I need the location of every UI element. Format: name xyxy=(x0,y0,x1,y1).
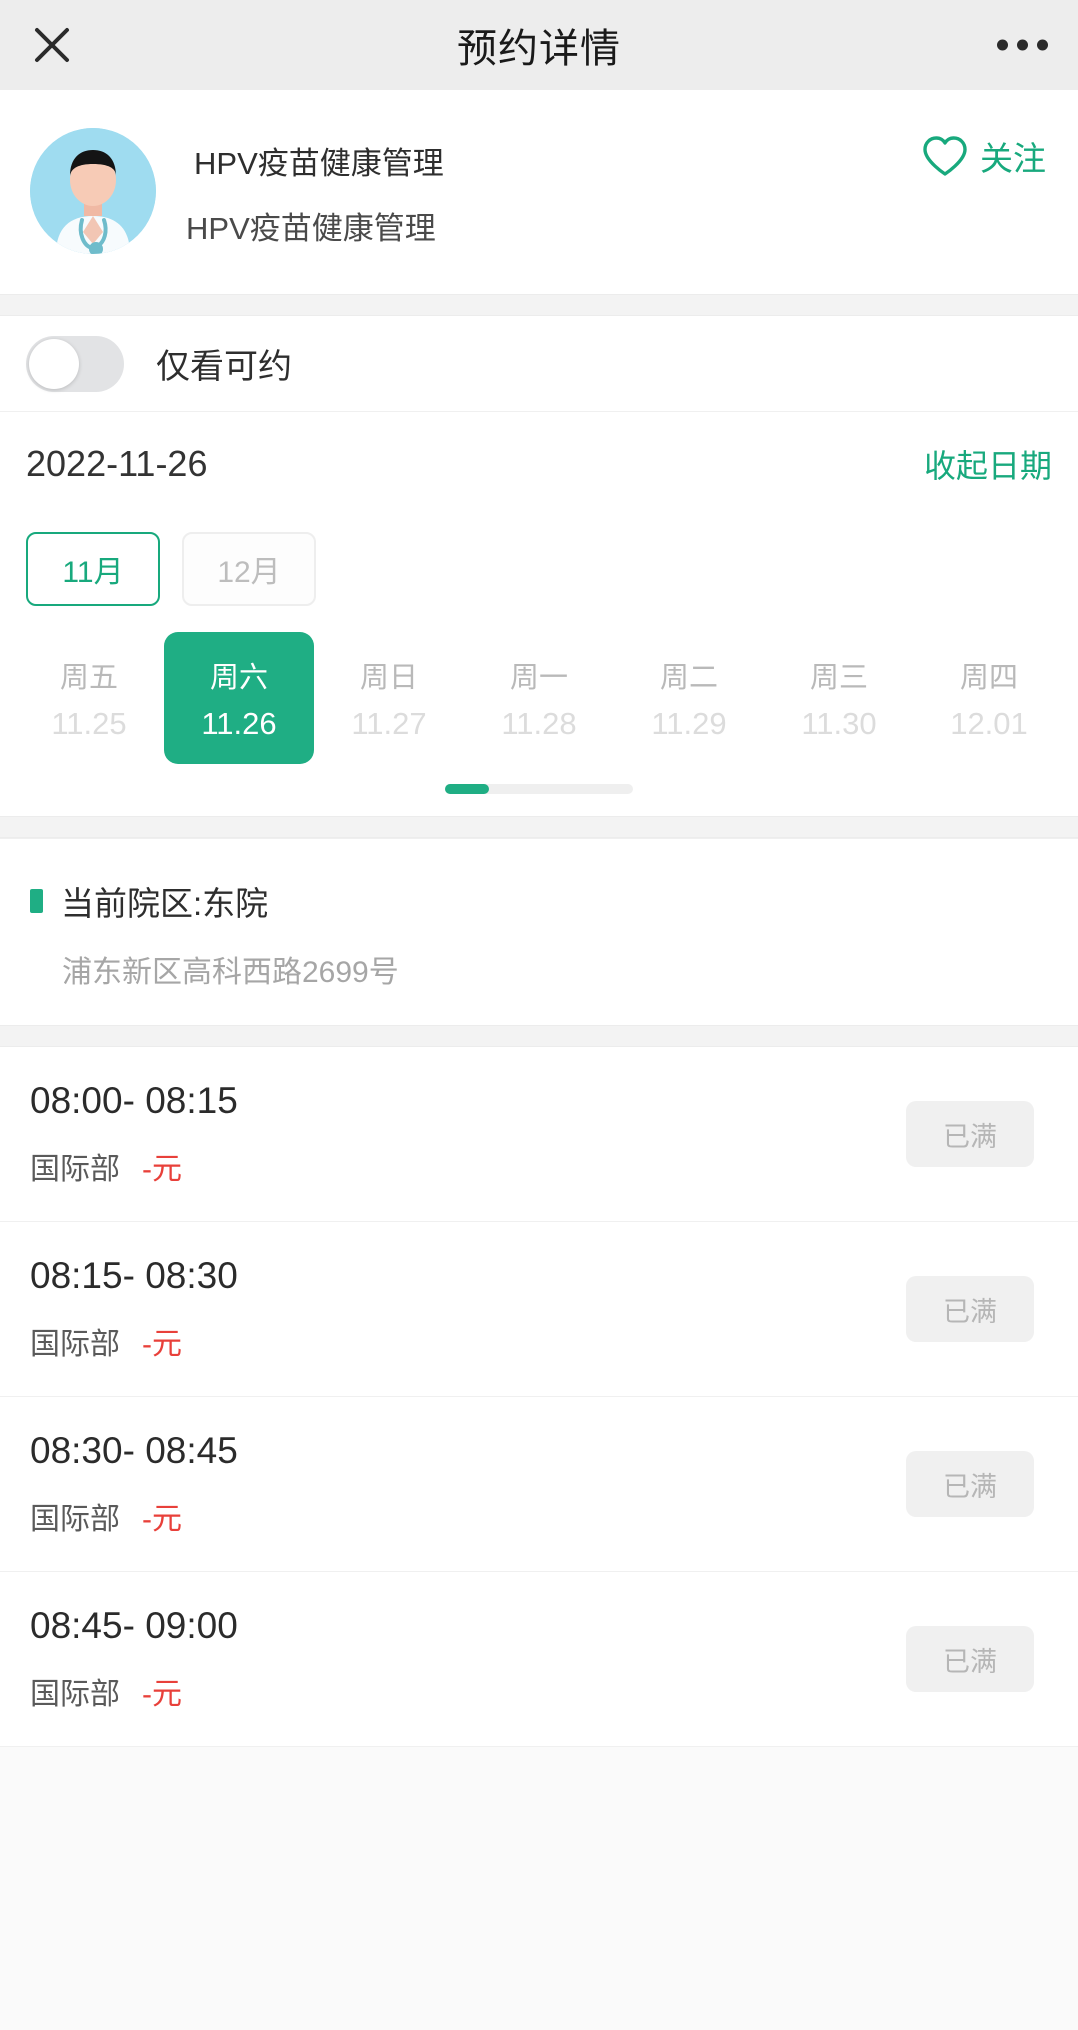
slot-time: 08:30- 08:45 xyxy=(30,1430,238,1471)
organization-card: HPV疫苗健康管理 HPV疫苗健康管理 关注 xyxy=(0,90,1078,294)
day-date: 11.27 xyxy=(351,706,427,741)
more-dot xyxy=(1017,39,1028,51)
organization-subtitle: HPV疫苗健康管理 xyxy=(186,210,436,246)
slot-status-badge[interactable]: 已满 xyxy=(906,1451,1034,1517)
day-weekday: 周二 xyxy=(659,662,718,694)
selected-date: 2022-11-26 xyxy=(26,443,208,484)
day-cell-12-01[interactable]: 周四 12.01 xyxy=(914,632,1064,764)
campus-title-row: 当前院区:东院 xyxy=(30,877,1048,925)
day-cell-11-28[interactable]: 周一 11.28 xyxy=(464,632,614,764)
heart-icon xyxy=(922,135,968,177)
day-weekday: 周一 xyxy=(509,662,568,694)
slot-info: 08:45- 09:00 国际部 -元 xyxy=(30,1605,238,1713)
navbar: 预约详情 xyxy=(0,0,1078,90)
more-dot xyxy=(1037,39,1048,51)
section-divider xyxy=(0,1025,1078,1047)
slot-info: 08:30- 08:45 国际部 -元 xyxy=(30,1430,238,1538)
slot-price: -元 xyxy=(142,1153,182,1186)
time-slot-list: 08:00- 08:15 国际部 -元 已满 08:15- 08:30 国际部 … xyxy=(0,1047,1078,1747)
slot-meta: 国际部 -元 xyxy=(30,1319,238,1363)
toggle-knob xyxy=(29,338,79,389)
day-date: 11.29 xyxy=(651,706,727,741)
time-slot-row[interactable]: 08:45- 09:00 国际部 -元 已满 xyxy=(0,1572,1078,1747)
page-title: 预约详情 xyxy=(457,27,621,71)
only-available-row: 仅看可约 xyxy=(0,316,1078,412)
day-date: 11.26 xyxy=(201,706,277,741)
slot-department: 国际部 xyxy=(30,1503,120,1536)
campus-name: 当前院区:东院 xyxy=(61,885,269,922)
doctor-avatar xyxy=(30,128,156,254)
appointment-detail-page: 预约详情 HPV疫苗健康管理 HPV疫苗健康管理 关注 仅看可约 2022-11… xyxy=(0,0,1078,2030)
slot-department: 国际部 xyxy=(30,1328,120,1361)
day-cell-11-27[interactable]: 周日 11.27 xyxy=(314,632,464,764)
day-strip-scrollbar[interactable] xyxy=(445,784,633,794)
follow-label: 关注 xyxy=(980,140,1046,177)
slot-department: 国际部 xyxy=(30,1153,120,1186)
slot-department: 国际部 xyxy=(30,1678,120,1711)
scrollbar-thumb xyxy=(445,784,489,794)
only-available-label: 仅看可约 xyxy=(156,348,292,386)
time-slot-row[interactable]: 08:00- 08:15 国际部 -元 已满 xyxy=(0,1047,1078,1222)
slot-time: 08:15- 08:30 xyxy=(30,1255,238,1296)
slot-info: 08:00- 08:15 国际部 -元 xyxy=(30,1080,238,1188)
organization-text: HPV疫苗健康管理 HPV疫苗健康管理 xyxy=(186,124,444,252)
date-header: 2022-11-26 收起日期 xyxy=(0,412,1078,516)
collapse-date-button[interactable]: 收起日期 xyxy=(924,441,1052,487)
more-dots-icon[interactable] xyxy=(997,39,1048,51)
day-cell-11-29[interactable]: 周二 11.29 xyxy=(614,632,764,764)
slot-status-badge[interactable]: 已满 xyxy=(906,1276,1034,1342)
time-slot-row[interactable]: 08:15- 08:30 国际部 -元 已满 xyxy=(0,1222,1078,1397)
slot-time: 08:45- 09:00 xyxy=(30,1605,238,1646)
day-weekday: 周五 xyxy=(59,662,118,694)
section-divider xyxy=(0,816,1078,838)
slot-status-badge[interactable]: 已满 xyxy=(906,1101,1034,1167)
slot-info: 08:15- 08:30 国际部 -元 xyxy=(30,1255,238,1363)
slot-price: -元 xyxy=(142,1678,182,1711)
day-strip-container: 周五 11.25 周六 11.26 周日 11.27 周一 11.28 周二 1… xyxy=(0,614,1078,816)
day-weekday: 周三 xyxy=(809,662,868,694)
day-weekday: 周日 xyxy=(359,662,418,694)
campus-address: 浦东新区高科西路2699号 xyxy=(62,956,399,989)
slot-status-badge[interactable]: 已满 xyxy=(906,1626,1034,1692)
time-slot-row[interactable]: 08:30- 08:45 国际部 -元 已满 xyxy=(0,1397,1078,1572)
day-cell-11-30[interactable]: 周三 11.30 xyxy=(764,632,914,764)
day-date: 11.30 xyxy=(801,706,877,741)
day-cell-11-26[interactable]: 周六 11.26 xyxy=(164,632,314,764)
bullet-icon xyxy=(30,889,43,913)
day-weekday: 周四 xyxy=(959,662,1018,694)
day-date: 12.01 xyxy=(950,706,1028,741)
slot-price: -元 xyxy=(142,1328,182,1361)
follow-button[interactable]: 关注 xyxy=(922,132,1046,180)
slot-price: -元 xyxy=(142,1503,182,1536)
section-divider xyxy=(0,294,1078,316)
day-weekday: 周六 xyxy=(209,662,268,694)
day-date: 11.28 xyxy=(501,706,577,741)
slot-time: 08:00- 08:15 xyxy=(30,1080,238,1121)
strip-bottom-padding xyxy=(0,794,1078,816)
month-tabs: 11月 12月 xyxy=(0,516,1078,614)
close-icon[interactable] xyxy=(24,17,80,73)
slot-meta: 国际部 -元 xyxy=(30,1669,238,1713)
day-cell-11-25[interactable]: 周五 11.25 xyxy=(14,632,164,764)
more-dot xyxy=(997,39,1008,51)
slot-meta: 国际部 -元 xyxy=(30,1144,238,1188)
only-available-toggle[interactable] xyxy=(26,335,124,392)
month-tab-12[interactable]: 12月 xyxy=(182,532,316,606)
campus-block: 当前院区:东院 浦东新区高科西路2699号 xyxy=(0,838,1078,1025)
day-strip: 周五 11.25 周六 11.26 周日 11.27 周一 11.28 周二 1… xyxy=(0,632,1078,764)
month-tab-11[interactable]: 11月 xyxy=(26,532,160,606)
slot-meta: 国际部 -元 xyxy=(30,1494,238,1538)
day-date: 11.25 xyxy=(51,706,127,741)
organization-name: HPV疫苗健康管理 xyxy=(194,146,444,181)
